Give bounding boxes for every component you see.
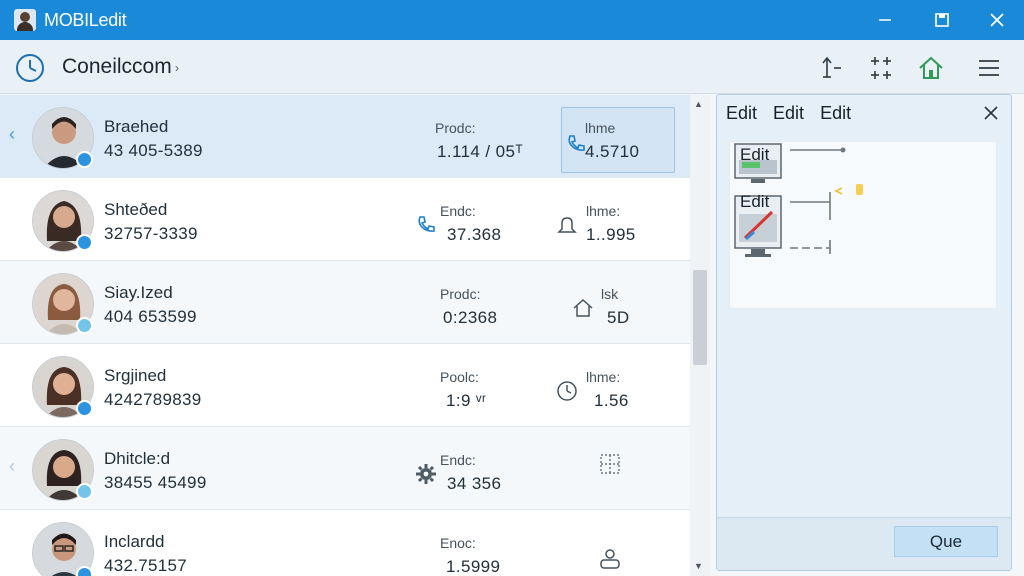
column-1-value: 1:9 ᵛʳ	[446, 391, 487, 410]
column-2-value: 1.56	[594, 391, 629, 410]
column-2-label: lsk	[601, 286, 619, 302]
close-icon[interactable]	[979, 101, 1003, 125]
scroll-down-icon[interactable]: ▼	[694, 561, 703, 571]
column-2-value: 5D	[607, 308, 630, 327]
column-1-label: Enoc:	[440, 535, 476, 551]
contact-name: Shteðed	[104, 200, 168, 219]
people-icon	[597, 546, 623, 572]
toolbar: Coneilccom ›	[0, 40, 1024, 94]
phone-icon	[413, 212, 439, 238]
column-1-value: 37.368	[447, 225, 502, 244]
scroll-thumb[interactable]	[693, 270, 707, 365]
minimize-button[interactable]	[860, 0, 910, 40]
title-bar: MOBILedit	[0, 0, 1024, 40]
contact-name: Braehed	[104, 117, 169, 136]
column-1-value: 1.5999	[446, 557, 501, 576]
clock-icon	[554, 378, 580, 404]
column-2-label: lhme:	[586, 203, 621, 219]
node-label-1: Edit	[740, 145, 770, 164]
gear-icon	[413, 461, 439, 487]
house-icon	[570, 295, 596, 321]
scroll-up-icon[interactable]: ▲	[694, 99, 703, 109]
column-1-value: 0:2368	[443, 308, 498, 327]
edit-panel: Edit Edit Edit Edit Edit Que	[716, 94, 1012, 571]
maximize-button[interactable]	[917, 0, 967, 40]
monitor-diagram	[734, 143, 863, 257]
contact-name: Siay.Ized	[104, 283, 173, 302]
contact-phone: 404 653599	[104, 307, 197, 326]
column-1-value: 34 356	[447, 474, 502, 493]
diagram-area: Edit Edit	[729, 141, 997, 309]
list-item[interactable]: Inclardd 432.75157 Enoc: 1.5999	[0, 510, 690, 576]
list-item[interactable]: ‹ Braehed 43 405-5389 Prodc: 1.114 / 05ᵀ…	[0, 95, 690, 178]
column-1-label: Endc:	[440, 203, 476, 219]
menu-icon[interactable]	[974, 53, 1004, 83]
contact-phone: 32757-3339	[104, 224, 198, 243]
status-badge	[76, 400, 93, 417]
list-scrollbar[interactable]: ▲ ▼	[690, 95, 710, 576]
panel-footer: Que	[717, 517, 1011, 570]
contact-phone: 43 405-5389	[104, 141, 203, 160]
node-label-2: Edit	[740, 192, 770, 211]
status-badge	[76, 483, 93, 500]
column-1-label: Prodc:	[440, 286, 481, 302]
breadcrumb[interactable]: Coneilccom	[62, 55, 172, 79]
window-title: MOBILedit	[44, 9, 127, 30]
panel-tabs: Edit Edit Edit	[726, 103, 851, 124]
app-logo-icon	[14, 9, 36, 31]
status-badge	[76, 151, 93, 168]
column-2-value: 4.5710	[585, 142, 640, 161]
contact-list: ‹ Braehed 43 405-5389 Prodc: 1.114 / 05ᵀ…	[0, 95, 690, 576]
chevron-left-icon[interactable]: ‹	[9, 124, 15, 145]
column-1-label: Prodc:	[435, 120, 476, 136]
list-item[interactable]: ‹ Dhitcle:d 38455 45499 Endc: 34 356	[0, 427, 690, 510]
clock-icon[interactable]	[14, 52, 46, 84]
column-1-label: Endc:	[440, 452, 476, 468]
ok-button[interactable]: Que	[894, 526, 998, 557]
contact-name: Srgjined	[104, 366, 167, 385]
contact-phone: 38455 45499	[104, 473, 207, 492]
sort-icon[interactable]	[816, 53, 846, 83]
grid-icon	[597, 451, 623, 477]
grid-plus-icon[interactable]	[866, 53, 896, 83]
column-2-value: 1..995	[586, 225, 636, 244]
tab-edit-1[interactable]: Edit	[726, 103, 757, 124]
tab-edit-3[interactable]: Edit	[820, 103, 851, 124]
close-window-button[interactable]	[972, 0, 1022, 40]
chevron-left-icon[interactable]: ‹	[9, 456, 15, 477]
list-item[interactable]: Srgjined 4242789839 Poolc: 1:9 ᵛʳ lhme: …	[0, 344, 690, 427]
list-item[interactable]: Siay.Ized 404 653599 Prodc: 0:2368 lsk 5…	[0, 261, 690, 344]
status-badge	[76, 317, 93, 334]
status-badge	[76, 234, 93, 251]
column-2-label: lhme	[585, 120, 616, 136]
list-item[interactable]: Shteðed 32757-3339 Endc: 37.368 lhme: 1.…	[0, 178, 690, 261]
column-1-label: Poolc:	[440, 369, 479, 385]
contact-phone: 432.75157	[104, 556, 188, 575]
column-1-value: 1.114 / 05ᵀ	[437, 142, 524, 161]
breadcrumb-chevron-icon[interactable]: ›	[175, 61, 179, 75]
column-2-label: lhme:	[586, 369, 621, 385]
tab-edit-2[interactable]: Edit	[773, 103, 804, 124]
contact-phone: 4242789839	[104, 390, 202, 409]
status-badge	[76, 566, 93, 576]
bell-icon	[554, 212, 580, 238]
contact-name: Inclardd	[104, 532, 165, 551]
contact-name: Dhitcle:d	[104, 449, 171, 468]
home-icon[interactable]	[916, 53, 946, 83]
